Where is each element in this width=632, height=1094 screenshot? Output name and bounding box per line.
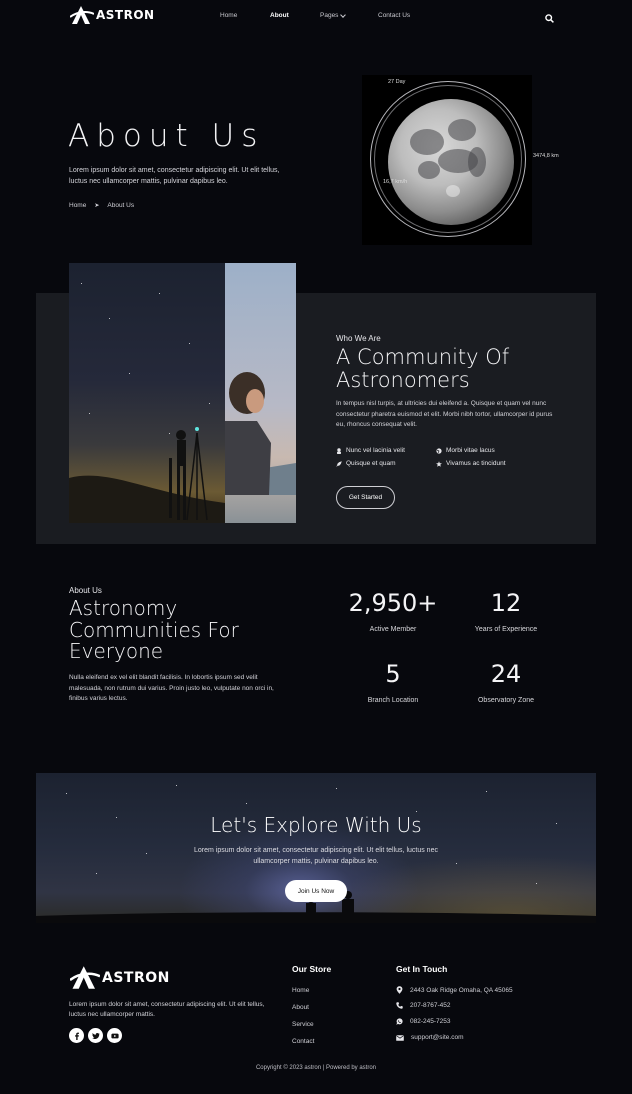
stat-label-observatory: Observatory Zone <box>477 697 535 704</box>
globe-icon <box>436 447 442 454</box>
brand-name: ASTRON <box>96 8 155 22</box>
feature-item: Morbi vitae lacus <box>436 447 495 454</box>
explore-description: Lorem ipsum dolor sit amet, consectetur … <box>36 845 596 867</box>
contact-address-text: 2443 Oak Ridge Omaha, QA 45065 <box>410 986 513 994</box>
footer-link-contact[interactable]: Contact <box>292 1038 314 1045</box>
stat-value-branches: 5 <box>385 660 401 688</box>
photo-stargazer <box>69 263 225 523</box>
contact-address: 2443 Oak Ridge Omaha, QA 45065 <box>396 986 513 994</box>
who-description: In tempus nisl turpis, at ultricies dui … <box>336 400 553 428</box>
twitter-icon[interactable] <box>88 1028 103 1043</box>
nav-home-label: Home <box>220 12 238 19</box>
brand-logo[interactable]: ASTRON <box>70 5 155 25</box>
contact-phone-text: 207-8767-452 <box>410 1002 451 1009</box>
nav-pages-label: Pages <box>320 12 339 19</box>
copyright: Copyright © 2023 astron | Powered by ast… <box>255 1065 377 1071</box>
stat-label-branches: Branch Location <box>367 697 419 704</box>
phone-icon <box>396 1002 403 1009</box>
moon-day-label: 27 Day <box>388 79 406 85</box>
footer-link-service[interactable]: Service <box>292 1021 314 1028</box>
nav-pages[interactable]: Pages <box>320 11 347 19</box>
breadcrumb-current: About Us <box>107 202 135 209</box>
facebook-icon[interactable] <box>69 1028 84 1043</box>
join-us-button[interactable]: Join Us Now <box>285 880 347 902</box>
explore-description-line1: Lorem ipsum dolor sit amet, consectetur … <box>194 847 438 854</box>
stat-value-observatory: 24 <box>490 660 522 688</box>
footer-brand-name: ASTRON <box>102 969 170 986</box>
breadcrumb: Home ➤ About Us <box>69 202 134 209</box>
feature-label: Nunc vel lacinia velit <box>346 447 405 454</box>
stats-title-line3: Everyone <box>69 639 164 664</box>
who-title: A Community Of Astronomers <box>336 346 509 391</box>
footer-logo[interactable]: ASTRON <box>70 965 170 990</box>
contact-heading: Get In Touch <box>396 964 448 974</box>
chevron-down-icon <box>340 11 347 18</box>
moon-image <box>388 99 514 225</box>
location-pin-icon <box>396 986 403 994</box>
stats-title: Astronomy Communities For Everyone <box>69 596 239 664</box>
search-icon[interactable] <box>545 10 554 28</box>
moon-diameter-label: 3474,8 km <box>533 153 559 159</box>
photo-child <box>225 263 296 523</box>
footer-description: Lorem ipsum dolor sit amet, consectetur … <box>69 1001 265 1018</box>
who-title-line1: A Community Of <box>336 345 510 369</box>
nav-contact[interactable]: Contact Us <box>378 12 410 19</box>
who-eyebrow: Who We Are <box>336 334 381 343</box>
contact-phone[interactable]: 207-8767-452 <box>396 1002 450 1009</box>
footer-link-about[interactable]: About <box>292 1004 309 1011</box>
nav-about[interactable]: About <box>270 12 289 19</box>
feature-label: Quisque et quam <box>346 460 396 467</box>
get-started-button[interactable]: Get Started <box>336 486 395 509</box>
feature-label: Vivamus ac tincidunt <box>446 460 506 467</box>
nav-contact-label: Contact Us <box>378 12 411 19</box>
stats-title-line1: Astronomy <box>69 596 178 620</box>
envelope-icon <box>396 1034 404 1041</box>
stat-value-members: 2,950+ <box>348 589 438 617</box>
logo-icon <box>70 966 100 989</box>
contact-email-text: support@site.com <box>411 1034 464 1041</box>
stat-value-years: 12 <box>490 589 522 617</box>
star-icon <box>436 460 442 467</box>
who-title-line2: Astronomers <box>336 367 470 392</box>
stats-eyebrow: About Us <box>69 586 102 595</box>
contact-email[interactable]: support@site.com <box>396 1034 463 1041</box>
feature-item: Vivamus ac tincidunt <box>436 460 506 467</box>
whatsapp-icon <box>396 1018 403 1025</box>
explore-banner: Let's Explore With Us Lorem ipsum dolor … <box>36 773 596 923</box>
feature-label: Morbi vitae lacus <box>446 447 495 454</box>
footer-link-home[interactable]: Home <box>292 987 309 994</box>
breadcrumb-home[interactable]: Home <box>69 202 86 209</box>
store-heading: Our Store <box>292 964 332 974</box>
feature-item: Nunc vel lacinia velit <box>336 447 405 454</box>
social-links <box>69 1028 122 1043</box>
contact-whatsapp[interactable]: 082-245-7253 <box>396 1018 450 1025</box>
explore-description-line2: ullamcorper mattis, pulvinar dapibus leo… <box>253 858 379 865</box>
breadcrumb-separator-icon: ➤ <box>94 203 100 209</box>
nav-home[interactable]: Home <box>220 12 237 19</box>
page-title: About Us <box>68 118 265 154</box>
feature-item: Quisque et quam <box>336 460 396 467</box>
nav-about-label: About <box>270 12 289 19</box>
moon-speed-label: 16,7 km/h <box>383 179 408 185</box>
youtube-icon[interactable] <box>107 1028 122 1043</box>
stats-description: Nulla eleifend ex vel elit blandit facil… <box>69 674 274 702</box>
explore-title: Let's Explore With Us <box>210 813 422 837</box>
astronaut-icon <box>337 447 341 454</box>
rocket-icon <box>336 460 342 467</box>
moon-illustration: 27 Day 3474,8 km 16,7 km/h <box>362 75 559 245</box>
hero-description: Lorem ipsum dolor sit amet, consectetur … <box>69 167 280 185</box>
stat-label-members: Active Member <box>369 626 417 633</box>
contact-whatsapp-text: 082-245-7253 <box>410 1018 451 1025</box>
logo-icon <box>70 6 94 24</box>
stat-label-years: Years of Experience <box>474 626 538 633</box>
stats-title-line2: Communities For <box>69 617 239 642</box>
